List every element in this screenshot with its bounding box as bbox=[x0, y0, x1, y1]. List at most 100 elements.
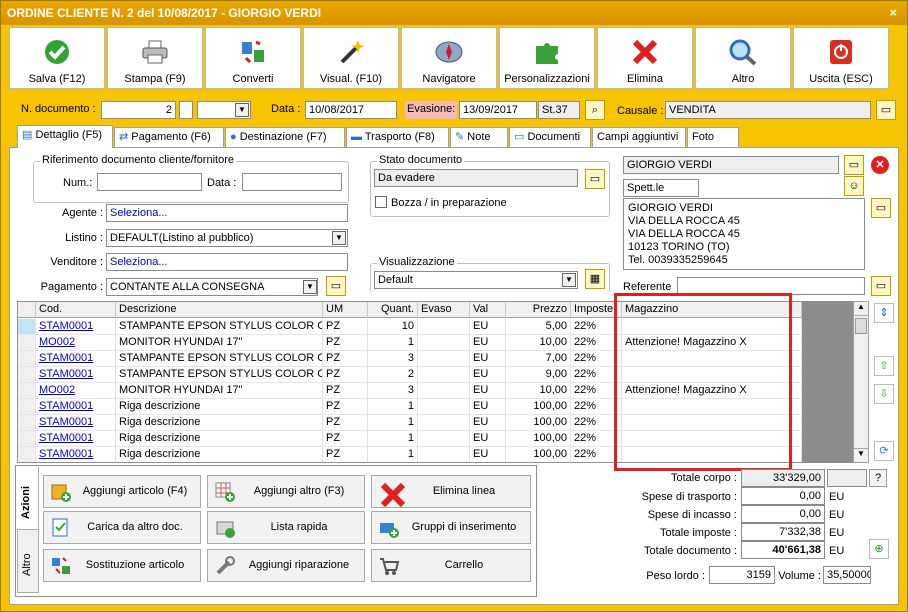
toolbar-button-8[interactable]: Altro bbox=[695, 27, 791, 89]
grid-header[interactable]: Descrizione bbox=[116, 302, 323, 318]
action-button-9[interactable]: Carrello bbox=[371, 549, 531, 582]
grid-cell[interactable]: STAM0001 bbox=[36, 431, 116, 447]
trasporto-field[interactable]: 0,00 bbox=[741, 487, 825, 505]
move-updown-icon[interactable]: ⇕ bbox=[874, 303, 894, 323]
bozza-checkbox[interactable] bbox=[375, 196, 387, 208]
scroll-down-icon[interactable]: ▼ bbox=[854, 448, 868, 462]
grid-header[interactable]: Quant. bbox=[368, 302, 418, 318]
folder-icon[interactable]: ▭ bbox=[871, 198, 891, 218]
grid-scrollbar[interactable]: ▲ ▼ bbox=[853, 301, 869, 463]
toolbar-button-7[interactable]: Elimina bbox=[597, 27, 693, 89]
action-button-2[interactable]: Aggiungi altro (F3) bbox=[207, 475, 365, 508]
toolbar-button-2[interactable]: Stampa (F9) bbox=[107, 27, 203, 89]
row-selector[interactable] bbox=[18, 415, 36, 431]
toolbar-button-4[interactable]: Visual. (F10) bbox=[303, 27, 399, 89]
row-selector[interactable] bbox=[18, 351, 36, 367]
chevron-down-icon[interactable]: ▼ bbox=[562, 273, 576, 287]
folder-icon[interactable]: ▭ bbox=[585, 169, 605, 189]
action-button-7[interactable]: Sostituzione articolo bbox=[43, 549, 201, 582]
zoom-total-icon[interactable]: ⊕ bbox=[869, 539, 889, 559]
layout-icon[interactable]: ▦ bbox=[585, 269, 605, 289]
grid-cell[interactable]: STAM0001 bbox=[36, 447, 116, 462]
folder-icon[interactable]: ▭ bbox=[871, 276, 891, 296]
scroll-thumb[interactable] bbox=[855, 318, 867, 334]
items-grid[interactable]: Cod. Descrizione UM Quant. Evaso Val Prezzo Imp… bbox=[17, 301, 853, 463]
row-selector[interactable] bbox=[18, 319, 36, 335]
tab-2[interactable]: ⇄ Pagamento (F6) bbox=[114, 127, 224, 148]
rif-data-field[interactable] bbox=[242, 173, 342, 191]
grid-header[interactable]: Imposte bbox=[571, 302, 622, 318]
row-selector[interactable] bbox=[18, 335, 36, 351]
grid-cell[interactable]: STAM0001 bbox=[36, 367, 116, 383]
scroll-up-icon[interactable]: ▲ bbox=[854, 302, 868, 316]
grid-header[interactable]: Prezzo bbox=[506, 302, 571, 318]
date-field[interactable]: 10/08/2017 bbox=[305, 101, 397, 119]
action-button-1[interactable]: Aggiungi articolo (F4) bbox=[43, 475, 201, 508]
volume-field[interactable]: 35,50000 bbox=[823, 566, 871, 584]
toolbar-button-6[interactable]: Personalizzazioni bbox=[499, 27, 595, 89]
action-button-5[interactable]: Lista rapida bbox=[207, 511, 365, 544]
grid-cell[interactable]: STAM0001 bbox=[36, 399, 116, 415]
folder-icon[interactable]: ▭ bbox=[844, 155, 864, 175]
grid-header[interactable]: Cod. bbox=[36, 302, 116, 318]
remove-client-icon[interactable]: ✕ bbox=[871, 156, 889, 174]
toolbar-button-1[interactable]: Salva (F12) bbox=[9, 27, 105, 89]
tab-7[interactable]: Campi aggiuntivi bbox=[592, 127, 686, 148]
agente-field[interactable]: Seleziona... bbox=[106, 204, 348, 222]
action-button-6[interactable]: Gruppi di inserimento bbox=[371, 511, 531, 544]
rif-num-field[interactable] bbox=[97, 173, 202, 191]
ndoc-field[interactable]: 2 bbox=[101, 101, 176, 119]
referente-field[interactable] bbox=[677, 277, 865, 295]
action-button-3[interactable]: Elimina linea bbox=[371, 475, 531, 508]
tab-1[interactable]: ▤ Dettaglio (F5) bbox=[17, 125, 113, 148]
search-icon[interactable]: ⌕ bbox=[585, 100, 605, 120]
grid-cell[interactable]: MO002 bbox=[36, 383, 116, 399]
close-icon[interactable]: × bbox=[889, 1, 897, 25]
grid-header[interactable]: Evaso bbox=[418, 302, 470, 318]
action-button-8[interactable]: Aggiungi riparazione bbox=[207, 549, 365, 582]
chevron-down-icon[interactable]: ▼ bbox=[303, 280, 317, 294]
row-selector[interactable] bbox=[18, 447, 36, 462]
chevron-down-icon[interactable]: ▼ bbox=[332, 231, 346, 245]
grid-cell[interactable]: MO002 bbox=[36, 335, 116, 351]
spett-field[interactable]: Spett.le bbox=[623, 179, 699, 197]
incasso-field[interactable]: 0,00 bbox=[741, 505, 825, 523]
refresh-icon[interactable]: ⟳ bbox=[874, 441, 894, 461]
visual-select[interactable]: Default bbox=[374, 271, 578, 289]
pagamento-select[interactable]: CONTANTE ALLA CONSEGNA bbox=[106, 278, 318, 296]
grid-header[interactable]: Val bbox=[470, 302, 506, 318]
tab-3[interactable]: ● Destinazione (F7) bbox=[225, 127, 345, 148]
chevron-down-icon[interactable]: ▼ bbox=[235, 103, 249, 117]
row-selector[interactable] bbox=[18, 431, 36, 447]
peso-field[interactable]: 3159 bbox=[709, 566, 775, 584]
folder-icon[interactable]: ▭ bbox=[876, 100, 896, 120]
evasione-field[interactable]: 13/09/2017 bbox=[459, 101, 537, 119]
move-up-icon[interactable]: ⇧ bbox=[874, 356, 894, 376]
side-tab-azioni[interactable]: Azioni bbox=[17, 467, 39, 529]
person-search-icon[interactable]: ☺ bbox=[844, 176, 864, 196]
side-tab-altro[interactable]: Altro bbox=[17, 529, 39, 593]
move-down-icon[interactable]: ⇩ bbox=[874, 384, 894, 404]
grid-header[interactable]: UM bbox=[323, 302, 368, 318]
help-button[interactable]: ? bbox=[869, 469, 887, 487]
action-button-4[interactable]: Carica da altro doc. bbox=[43, 511, 201, 544]
folder-icon[interactable]: ▭ bbox=[326, 276, 346, 296]
grid-cell[interactable]: STAM0001 bbox=[36, 319, 116, 335]
row-selector[interactable] bbox=[18, 367, 36, 383]
address-box[interactable]: GIORGIO VERDI VIA DELLA ROCCA 45 VIA DEL… bbox=[623, 198, 865, 270]
toolbar-button-9[interactable]: Uscita (ESC) bbox=[793, 27, 889, 89]
tab-6[interactable]: ▭ Documenti bbox=[509, 127, 591, 148]
ndoc-suffix-field[interactable] bbox=[179, 101, 193, 119]
tab-4[interactable]: ▬ Trasporto (F8) bbox=[346, 127, 449, 148]
toolbar-button-3[interactable]: Converti bbox=[205, 27, 301, 89]
tab-5[interactable]: ✎ Note bbox=[450, 127, 508, 148]
toolbar-button-5[interactable]: Navigatore bbox=[401, 27, 497, 89]
causale-field[interactable]: VENDITA bbox=[665, 101, 871, 119]
row-selector[interactable] bbox=[18, 399, 36, 415]
listino-select[interactable]: DEFAULT(Listino al pubblico) bbox=[106, 229, 348, 247]
grid-cell[interactable]: STAM0001 bbox=[36, 415, 116, 431]
grid-header[interactable]: Magazzino bbox=[622, 302, 802, 318]
tab-8[interactable]: Foto bbox=[687, 127, 739, 148]
client-name-field[interactable]: GIORGIO VERDI bbox=[623, 156, 839, 174]
grid-cell[interactable]: STAM0001 bbox=[36, 351, 116, 367]
